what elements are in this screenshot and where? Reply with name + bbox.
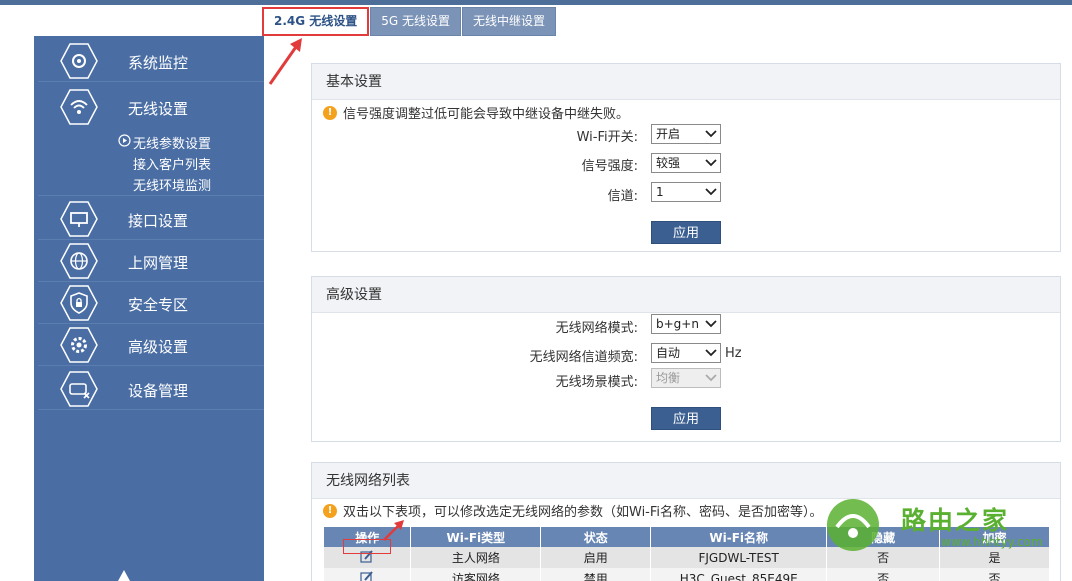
select-value: 自动 [656,346,681,360]
sidebar-subitem-client-list[interactable]: 接入客户列表 [133,154,211,173]
status-cell: 启用 [540,547,652,568]
chevron-down-icon [705,374,717,382]
panel-title: 高级设置 [312,277,1060,313]
encryption-cell: 否 [939,568,1050,581]
wifi-switch-select[interactable]: 开启 [651,124,721,144]
select-value: 均衡 [656,371,681,385]
column-header-status: 状态 [540,527,652,547]
advanced-settings-panel: 高级设置 无线网络模式: b+g+n 无线网络信道频宽: 自动 Hz 无线场景模… [311,276,1061,442]
tab-bar: 2.4G 无线设置 5G 无线设置 无线中继设置 [262,7,557,37]
arrow-up-icon [118,570,130,581]
select-value: b+g+n [656,317,699,331]
warning-icon: ! [323,105,337,120]
panel-title: 无线网络列表 [312,463,1060,499]
watermark-title: 路由之家 [901,506,1010,535]
wifi-name-cell: FJGDWL-TEST [650,547,828,568]
sidebar-item-internet-management[interactable]: 上网管理 [38,240,264,282]
channel-select[interactable]: 1 [651,182,721,202]
wifi-name-cell: H3C_Guest_85E49E [650,568,828,581]
warning-text: 信号强度调整过低可能会导致中继设备中继失败。 [343,107,630,122]
watermark: 路由之家 www.hhhtyy.com [823,497,1043,557]
scene-mode-select: 均衡 [651,368,721,388]
warning-icon: ! [323,503,337,518]
column-header-wifi-name: Wi-Fi名称 [650,527,828,547]
chevron-down-icon [705,188,717,196]
select-value: 1 [656,185,664,199]
device-icon [60,371,98,407]
table-row[interactable]: 访客网络 禁用 H3C_Guest_85E49E 否 否 [324,568,1050,581]
sidebar-item-label: 设备管理 [128,382,189,400]
wifi-icon [60,89,98,125]
sidebar-subitem-wireless-params[interactable]: 无线参数设置 [133,133,211,152]
select-value: 较强 [656,156,681,170]
wireless-mode-select[interactable]: b+g+n [651,314,721,334]
hint-text: 双击以下表项，可以修改选定无线网络的参数（如Wi-Fi名称、密码、是否加密等）。 [343,505,823,520]
advanced-apply-button[interactable]: 应用 [651,407,721,430]
signal-strength-select[interactable]: 较强 [651,153,721,173]
watermark-url: www.hhhtyy.com [941,535,1043,549]
basic-settings-panel: 基本设置 ! 信号强度调整过低可能会导致中继设备中继失败。 Wi-Fi开关: 开… [311,63,1061,252]
scene-mode-label: 无线场景模式: [555,375,638,390]
annotation-arrow-icon [383,520,404,541]
edit-cell[interactable] [324,568,412,581]
sidebar-item-system-monitor[interactable]: 系统监控 [38,40,264,82]
sidebar-item-label: 安全专区 [128,296,189,314]
channel-bandwidth-select[interactable]: 自动 [651,343,721,363]
watermark-logo-icon [827,499,879,551]
channel-bandwidth-label: 无线网络信道频宽: [529,350,638,365]
signal-warning: ! 信号强度调整过低可能会导致中继设备中继失败。 [323,103,629,122]
panel-title: 基本设置 [312,64,1060,100]
monitor-gear-icon [60,43,98,79]
sidebar-item-label: 高级设置 [128,338,189,356]
chevron-down-icon [705,349,717,357]
sidebar-item-wireless[interactable]: 无线设置 [38,86,264,128]
sidebar-subitem-environment-monitor[interactable]: 无线环境监测 [133,175,211,194]
play-circle-icon [118,134,131,147]
top-strip [0,0,1072,5]
column-header-wifi-type: Wi-Fi类型 [410,527,542,547]
signal-strength-label: 信号强度: [581,159,638,174]
wifi-type-cell: 访客网络 [410,568,542,581]
edit-icon[interactable] [360,570,374,581]
sidebar-item-label: 系统监控 [128,54,189,72]
sidebar-item-label: 接口设置 [128,212,189,230]
tab-2-4g-wireless[interactable]: 2.4G 无线设置 [262,7,370,36]
chevron-down-icon [705,159,717,167]
bandwidth-unit: Hz [725,346,742,361]
sidebar-item-label: 上网管理 [128,254,189,272]
tab-wireless-repeater[interactable]: 无线中继设置 [462,7,557,36]
chevron-down-icon [705,320,717,328]
shield-lock-icon [60,285,98,321]
basic-apply-button[interactable]: 应用 [651,221,721,244]
sidebar: 系统监控 无线设置 无线参数设置 接入客户列表 无线环境监测 接口设置 上网管理… [34,36,264,581]
globe-icon [60,243,98,279]
tab-5g-wireless[interactable]: 5G 无线设置 [370,7,462,36]
divider [38,195,264,196]
chevron-down-icon [705,130,717,138]
sidebar-item-security[interactable]: 安全专区 [38,282,264,324]
gear-icon [60,327,98,363]
wifi-type-cell: 主人网络 [410,547,542,568]
sidebar-item-advanced[interactable]: 高级设置 [38,324,264,366]
sidebar-item-interface[interactable]: 接口设置 [38,198,264,240]
interface-icon [60,201,98,237]
hidden-cell: 否 [826,568,941,581]
annotation-arrow-icon [268,38,302,85]
wifi-switch-label: Wi-Fi开关: [576,130,638,145]
channel-label: 信道: [607,189,638,204]
wireless-mode-label: 无线网络模式: [555,321,638,336]
sidebar-item-device-management[interactable]: 设备管理 [38,368,264,410]
status-cell: 禁用 [540,568,652,581]
sidebar-item-label: 无线设置 [128,100,189,118]
select-value: 开启 [656,127,681,141]
